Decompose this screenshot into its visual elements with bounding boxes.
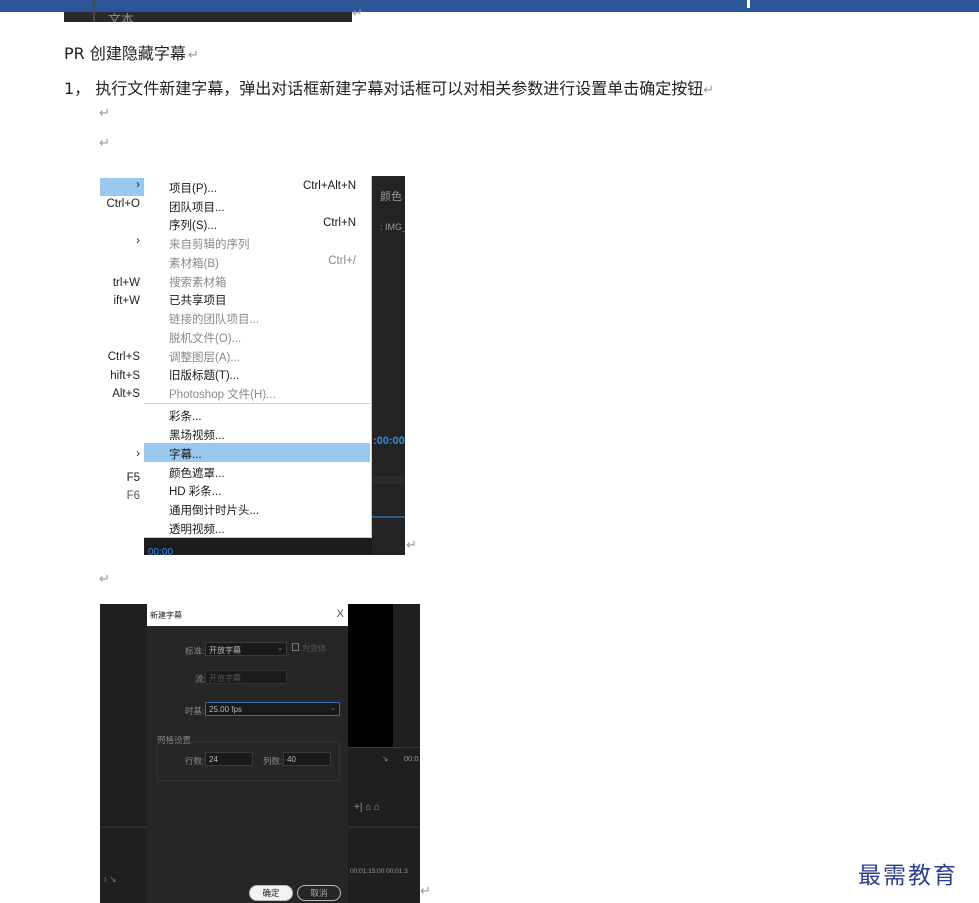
menu-item-color-matte[interactable]: 颜色遮罩...	[144, 462, 370, 481]
paragraph-mark: ↵	[187, 48, 199, 63]
top-screenshot-fragment: 文本	[64, 0, 352, 22]
wrench-icon: ↘	[382, 754, 389, 763]
menu-item-photoshop-file: Photoshop 文件(H)...	[169, 389, 276, 401]
menu-item-bin: 素材箱(B) Ctrl+/	[169, 255, 356, 270]
new-submenu: 项目(P)... Ctrl+Alt+N 团队项目... 序列(S)... Ctrl+…	[144, 176, 372, 538]
menu-item-shared-project[interactable]: 已共享项目	[144, 289, 370, 308]
file-shortcut: Ctrl+O	[106, 198, 140, 210]
standard-label: 标准:	[185, 646, 205, 656]
file-shortcut: ift+W	[113, 295, 140, 307]
file-shortcut: Alt+S	[112, 388, 140, 400]
color-tab[interactable]: 颜色	[380, 188, 402, 204]
file-shortcut: F6	[126, 490, 140, 502]
menu-divider	[144, 403, 370, 404]
rows-label: 行数:	[185, 756, 205, 766]
menu-item-linked-team-project: 链接的团队项目...	[169, 314, 260, 326]
menu-item-sequence-from-clip: 来自剪辑的序列	[169, 239, 250, 251]
paragraph-mark: ↵	[99, 106, 110, 121]
menu-item-countdown-leader[interactable]: 通用倒计时片头...	[144, 499, 370, 518]
variant-checkbox[interactable]	[292, 643, 299, 651]
step-1-text: 1， 执行文件新建字幕，弹出对话框新建字幕对话框可以对相关参数进行设置单击确定按…	[64, 79, 715, 98]
file-menu-column: › Ctrl+O › trl+W ift+W Ctrl+S hift+S Alt…	[100, 176, 144, 555]
file-shortcut: trl+W	[112, 277, 140, 289]
clip-label: : IMG_	[380, 222, 405, 232]
timecode: 00:0	[404, 754, 419, 763]
new-captions-dialog: 新建字幕 X 标准: 开放字幕 ⌄ 为变体 流: 开放字幕 时基: 25.00 f…	[147, 604, 348, 903]
chevron-right-icon: ›	[136, 448, 140, 460]
dialog-title: 新建字幕	[150, 611, 182, 620]
menu-item-captions[interactable]: 字幕...	[144, 443, 370, 462]
columns-label: 列数:	[263, 756, 283, 766]
rows-input[interactable]: 24	[205, 752, 253, 766]
menu-item-bars-and-tone[interactable]: 彩条...	[144, 405, 370, 424]
header-marker	[747, 0, 750, 8]
paragraph-mark: ↵	[406, 538, 417, 553]
background-panel	[372, 176, 405, 555]
ok-button[interactable]: 确定	[249, 885, 293, 901]
paragraph-mark: ↵	[352, 6, 363, 21]
file-shortcut: F5	[126, 472, 140, 484]
stream-select: 开放字幕	[205, 670, 287, 684]
dialog-header: 新建字幕 X	[147, 604, 348, 626]
watermark-text: 最需教育	[858, 863, 958, 889]
chevron-down-icon: ⌄	[330, 705, 336, 712]
menu-item-sequence[interactable]: 序列(S)... Ctrl+N	[144, 214, 370, 233]
menu-item-transparent-video[interactable]: 透明视频...	[144, 518, 370, 537]
file-shortcut: hift+S	[110, 370, 140, 382]
wrench-icon: ı ↘	[104, 874, 117, 884]
cancel-button[interactable]: 取消	[297, 885, 341, 901]
paragraph-mark: ↵	[420, 884, 431, 899]
menu-item-black-video[interactable]: 黑场视频...	[144, 424, 370, 443]
dialog-screenshot: ı ↘ 新建字幕 X 标准: 开放字幕 ⌄ 为变体 流: 开放字幕 时基: 25.…	[100, 604, 420, 903]
menu-item-hd-bars[interactable]: HD 彩条...	[144, 480, 370, 499]
timeline-strip: 00:00	[144, 538, 372, 555]
timebase-select[interactable]: 25.00 fps ⌄	[205, 702, 340, 716]
menu-item-project[interactable]: 项目(P)... Ctrl+Alt+N	[144, 177, 370, 196]
document-title: PR 创建隐藏字幕 ↵	[64, 44, 199, 63]
timeline-ruler: 00:01:15:00 00:01:3	[350, 868, 408, 875]
menu-item-adjustment-layer: 调整图层(A)...	[169, 352, 240, 364]
chevron-right-icon: ›	[136, 179, 140, 191]
close-icon[interactable]: X	[337, 608, 344, 620]
menu-item-team-project[interactable]: 团队项目...	[144, 196, 370, 215]
columns-input[interactable]: 40	[283, 752, 331, 766]
menu-item-offline-file: 脱机文件(O)...	[169, 333, 242, 345]
timebase-label: 时基:	[185, 706, 205, 716]
chevron-right-icon: ›	[136, 235, 140, 247]
timecode: :00:00	[373, 435, 405, 447]
top-screenshot-text: 文本	[108, 13, 135, 22]
menu-screenshot: › Ctrl+O › trl+W ift+W Ctrl+S hift+S Alt…	[100, 176, 405, 555]
chevron-down-icon: ⌄	[277, 645, 283, 652]
menu-item-legacy-title[interactable]: 旧版标题(T)...	[144, 364, 370, 383]
file-shortcut: Ctrl+S	[107, 351, 140, 363]
track-tools-icons[interactable]: +| ⌂ ⌂	[354, 802, 380, 813]
standard-select[interactable]: 开放字幕 ⌄	[205, 642, 287, 656]
program-monitor	[348, 604, 393, 747]
variant-checkbox-label: 为变体	[302, 644, 326, 653]
paragraph-mark: ↵	[99, 136, 110, 151]
menu-item-search-bin: 搜索素材箱	[169, 277, 227, 289]
paragraph-mark: ↵	[703, 83, 715, 98]
paragraph-mark: ↵	[99, 572, 110, 587]
